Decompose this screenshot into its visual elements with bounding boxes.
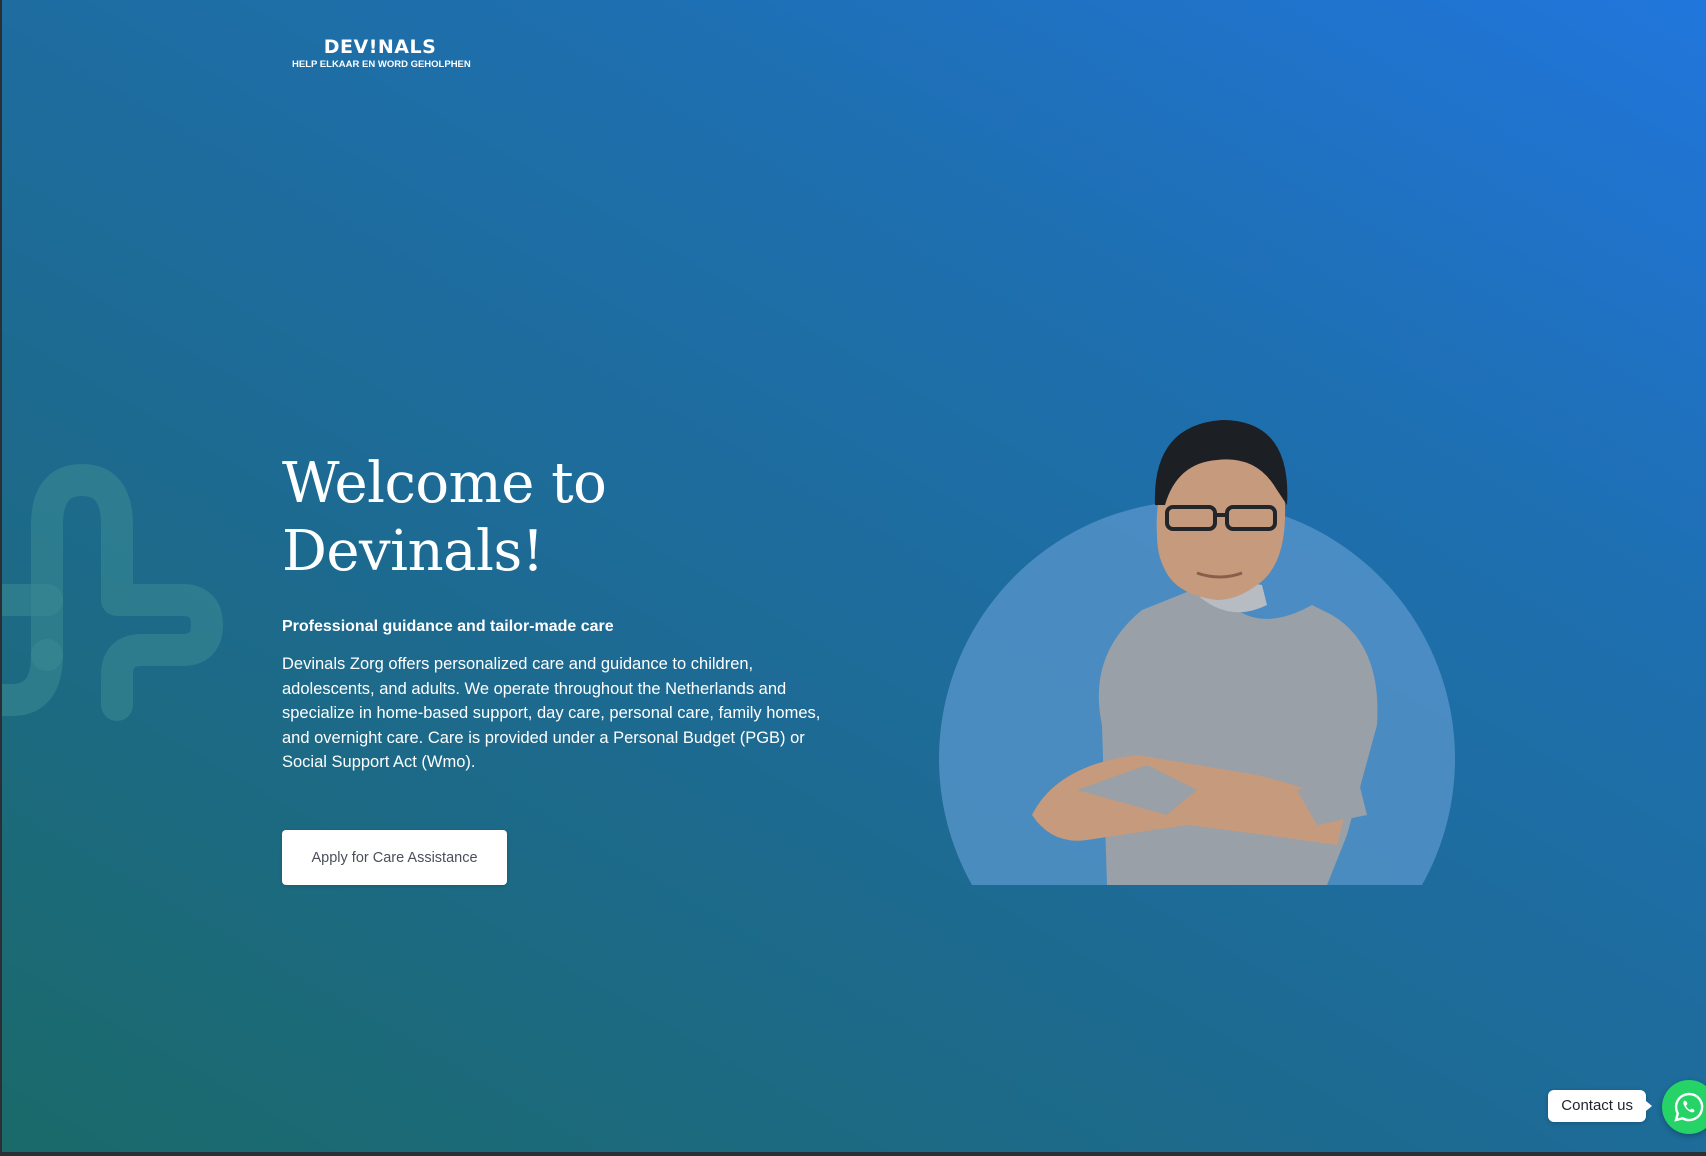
hero-description: Devinals Zorg offers personalized care a…: [282, 655, 821, 771]
hero-section: DEV!NALS HELP ELKAAR EN WORD GEHOLPHEN W…: [2, 0, 1706, 1152]
whatsapp-button[interactable]: [1662, 1080, 1706, 1134]
contact-us-label[interactable]: Contact us: [1548, 1090, 1652, 1122]
whatsapp-icon: [1674, 1092, 1704, 1122]
site-logo[interactable]: DEV!NALS HELP ELKAAR EN WORD GEHOLPHEN: [292, 36, 471, 71]
hero-title: Welcome to Devinals!: [282, 450, 822, 586]
window-bottom-edge: [0, 1152, 1706, 1156]
hero-title-line1: Welcome to: [282, 451, 607, 516]
logo-name: DEV!NALS: [323, 36, 437, 58]
apply-for-care-button[interactable]: Apply for Care Assistance: [282, 830, 507, 885]
logo-tagline: HELP ELKAAR EN WORD GEHOLPHEN: [292, 59, 471, 70]
hero-text-block: Welcome to Devinals! Professional guidan…: [282, 450, 822, 775]
decorative-cross-shape: [2, 464, 223, 721]
hero-subtitle: Professional guidance and tailor-made ca…: [282, 618, 614, 635]
hero-title-line2: Devinals!: [282, 519, 544, 584]
hero-person-photo: [939, 420, 1455, 885]
